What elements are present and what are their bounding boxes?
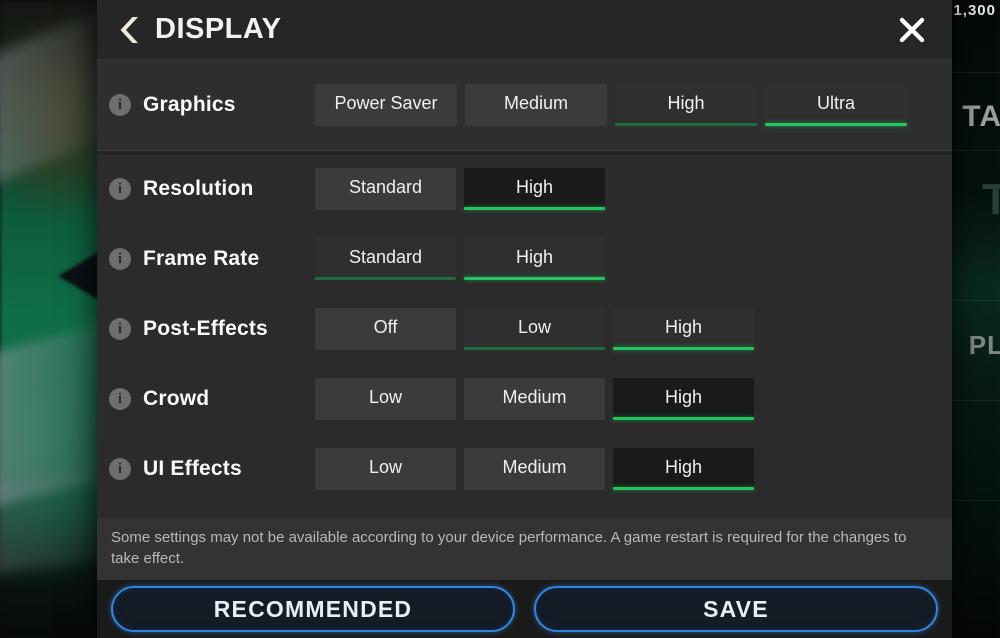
option-label: High	[664, 317, 703, 337]
info-icon[interactable]: i	[109, 318, 131, 340]
option-label: Power Saver	[334, 93, 438, 113]
hud-text-2: T	[982, 175, 1000, 224]
option-button[interactable]: Low	[464, 308, 605, 350]
hud-score-value: 1,300	[953, 2, 996, 19]
setting-row: i UI Effects Low Medium High	[97, 434, 952, 504]
option-button[interactable]: High	[613, 448, 754, 490]
settings-note: Some settings may not be available accor…	[97, 517, 952, 580]
info-icon[interactable]: i	[109, 178, 131, 200]
option-label: Medium	[503, 93, 569, 113]
option-label: Low	[517, 317, 552, 337]
option-button[interactable]: High	[615, 84, 757, 126]
selection-indicator	[613, 347, 754, 350]
selection-indicator	[464, 347, 605, 350]
selection-indicator	[765, 123, 907, 126]
option-button[interactable]: Low	[315, 448, 456, 490]
option-label: High	[515, 247, 554, 267]
option-button[interactable]: Standard	[315, 168, 456, 210]
option-button[interactable]: Off	[315, 308, 456, 350]
option-label: Medium	[502, 387, 567, 407]
option-button[interactable]: Standard	[315, 238, 456, 280]
recommended-button[interactable]: RECOMMENDED	[111, 586, 515, 632]
close-icon[interactable]	[894, 12, 930, 48]
option-label: Low	[368, 457, 403, 477]
option-label: Standard	[348, 247, 423, 267]
option-button[interactable]: High	[613, 308, 754, 350]
option-label: Ultra	[816, 93, 855, 113]
option-button[interactable]: Ultra	[765, 84, 907, 126]
setting-row: i Crowd Low Medium High	[97, 364, 952, 434]
selection-indicator	[464, 277, 605, 280]
option-button[interactable]: Low	[315, 378, 456, 420]
option-label: Standard	[348, 177, 423, 197]
selection-indicator	[613, 487, 754, 490]
setting-label: Frame Rate	[143, 247, 260, 270]
option-label: Low	[368, 387, 403, 407]
setting-label: Resolution	[143, 177, 254, 200]
hud-text-1: TA	[962, 100, 1000, 133]
info-icon[interactable]: i	[109, 458, 131, 480]
page-title: DISPLAY	[155, 13, 282, 45]
info-icon[interactable]: i	[109, 94, 131, 116]
option-label: Medium	[502, 457, 567, 477]
save-button[interactable]: SAVE	[534, 586, 938, 632]
option-group: Low Medium High	[315, 448, 762, 490]
setting-row: i Frame Rate Standard High	[97, 224, 952, 294]
selection-indicator	[464, 207, 605, 210]
dialog-body: i Graphics Power Saver Medium High Ultra i Reso…	[97, 60, 952, 638]
option-label: High	[664, 387, 703, 407]
background-triangle	[58, 250, 102, 302]
option-group: Off Low High	[315, 308, 762, 350]
option-button[interactable]: High	[613, 378, 754, 420]
option-button[interactable]: Medium	[464, 378, 605, 420]
option-group: Standard High	[315, 168, 613, 210]
setting-label: UI Effects	[143, 457, 242, 480]
setting-row: i Graphics Power Saver Medium High Ultra	[97, 60, 952, 150]
option-label: Off	[373, 317, 398, 337]
dialog-footer: RECOMMENDED SAVE	[97, 580, 952, 638]
option-group: Standard High	[315, 238, 613, 280]
option-group: Power Saver Medium High Ultra	[315, 84, 915, 126]
option-group: Low Medium High	[315, 378, 762, 420]
selection-indicator	[613, 417, 754, 420]
option-button[interactable]: Power Saver	[315, 84, 457, 126]
info-icon[interactable]: i	[109, 248, 131, 270]
display-settings-dialog: DISPLAY i Graphics Power Saver Medium High Ul…	[97, 0, 952, 638]
dialog-header: DISPLAY	[97, 0, 952, 60]
option-button[interactable]: High	[464, 168, 605, 210]
selection-indicator	[315, 277, 456, 280]
setting-label: Post-Effects	[143, 317, 268, 340]
setting-label: Crowd	[143, 387, 210, 410]
option-button[interactable]: Medium	[464, 448, 605, 490]
selection-indicator	[615, 123, 757, 126]
hud-text-3: PL	[968, 330, 1000, 360]
option-label: High	[515, 177, 554, 197]
settings-list: i Graphics Power Saver Medium High Ultra i Reso…	[97, 60, 952, 518]
setting-label: Graphics	[143, 93, 236, 116]
option-label: High	[664, 457, 703, 477]
option-button[interactable]: Medium	[465, 84, 607, 126]
setting-row: i Resolution Standard High	[97, 154, 952, 224]
option-label: High	[667, 93, 705, 113]
option-button[interactable]: High	[464, 238, 605, 280]
info-icon[interactable]: i	[109, 388, 131, 410]
chevron-left-icon[interactable]	[113, 10, 147, 50]
setting-row: i Post-Effects Off Low High	[97, 294, 952, 364]
